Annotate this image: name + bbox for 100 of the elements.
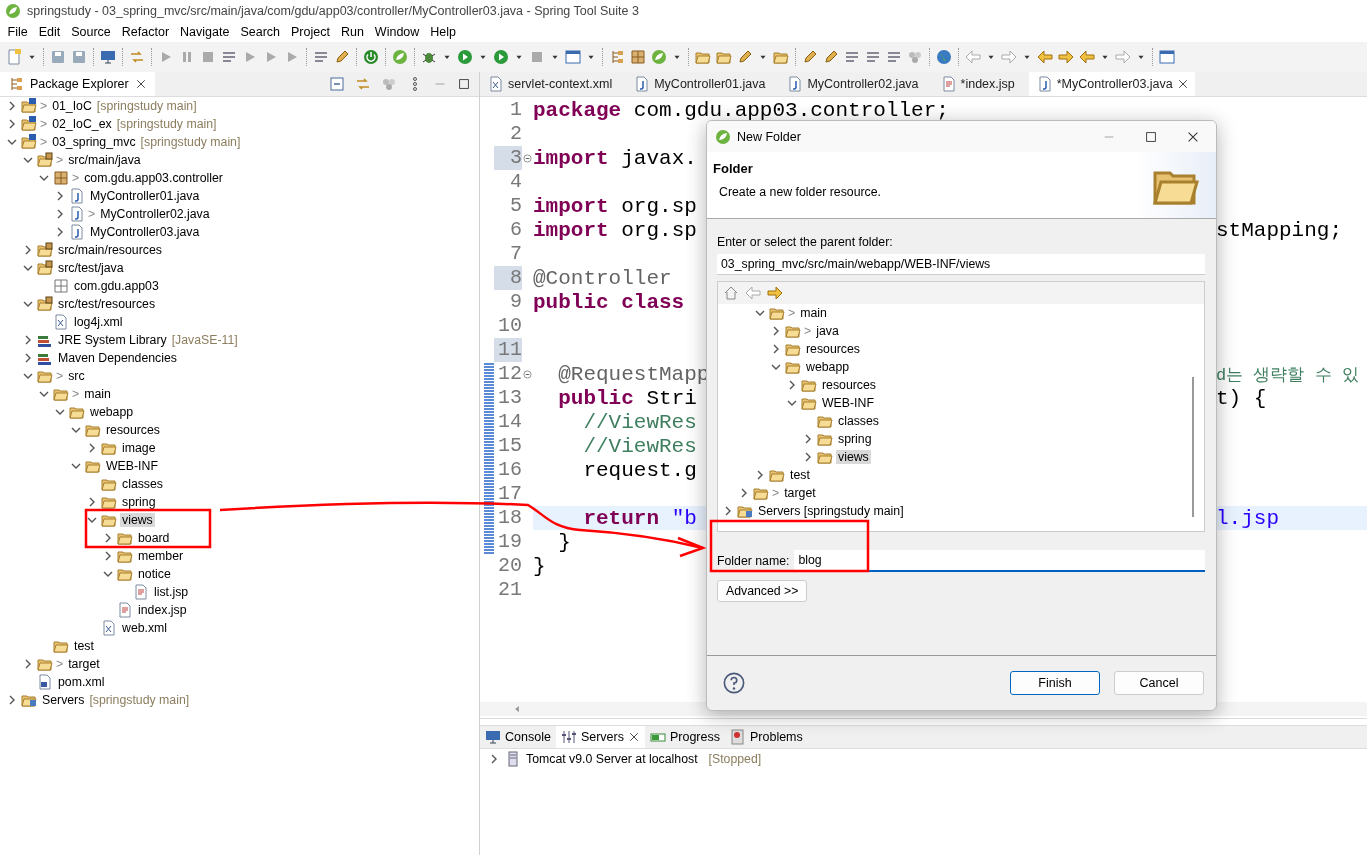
panel-tab[interactable]: Console — [480, 726, 556, 748]
tree-item[interactable]: com.gdu.app03.controller — [82, 171, 225, 185]
tree-item[interactable]: java — [814, 324, 841, 338]
tree-item[interactable]: member — [136, 549, 186, 563]
tree-item[interactable]: MyController02.java — [98, 207, 212, 221]
tree-item[interactable]: main — [82, 387, 113, 401]
tree-item[interactable]: src — [66, 369, 87, 383]
menu-item[interactable]: Help — [424, 25, 462, 39]
editor-tab[interactable]: *index.jsp — [932, 72, 1029, 96]
scrollbar-thumb[interactable] — [1192, 377, 1194, 517]
panel-tab[interactable]: Progress — [644, 726, 725, 748]
link-arrows-icon[interactable] — [129, 49, 145, 65]
tree-item[interactable]: test — [788, 468, 812, 482]
arrow-right-icon[interactable] — [767, 285, 783, 301]
tree-item[interactable]: resources — [804, 342, 862, 356]
tree-item[interactable]: target — [782, 486, 818, 500]
menu-item[interactable]: Run — [335, 25, 370, 39]
menu-item[interactable]: Refactor — [116, 25, 175, 39]
tree-item[interactable]: webapp — [804, 360, 852, 374]
tree-item[interactable]: MyController03.java — [88, 225, 202, 239]
close-icon[interactable] — [134, 78, 147, 90]
fold-icon[interactable] — [523, 369, 532, 379]
tree-item[interactable]: com.gdu.app03 — [72, 279, 161, 293]
lines-icon[interactable] — [865, 49, 881, 65]
tree-item[interactable]: Maven Dependencies — [56, 351, 179, 365]
menu-item[interactable]: Project — [285, 25, 336, 39]
tree-item[interactable]: resources — [104, 423, 162, 437]
lines-icon[interactable] — [886, 49, 902, 65]
menu-item[interactable]: Source — [65, 25, 117, 39]
arrow-left-icon[interactable] — [1037, 49, 1053, 65]
run-icon[interactable] — [457, 49, 473, 65]
editor-tab[interactable]: *MyController03.java — [1028, 72, 1195, 96]
leaf-logo-icon[interactable] — [651, 49, 667, 65]
tree-item[interactable]: src/test/resources — [56, 297, 158, 311]
dialog-button[interactable]: Cancel — [1114, 671, 1204, 695]
tree-item[interactable]: classes — [120, 477, 165, 491]
tree-item[interactable]: MyController01.java — [88, 189, 202, 203]
menu-item[interactable]: File — [2, 25, 34, 39]
tree-item[interactable]: classes — [836, 414, 881, 428]
lines-icon[interactable] — [313, 49, 329, 65]
close-icon[interactable] — [627, 731, 640, 743]
lines-icon[interactable] — [221, 49, 237, 65]
folder-icon[interactable] — [695, 49, 711, 65]
tree-item[interactable]: log4j.xml — [72, 315, 125, 329]
tree-item[interactable]: list.jsp — [152, 585, 191, 599]
tree-item[interactable]: notice — [136, 567, 173, 581]
tree-item[interactable]: JRE System Library — [56, 333, 169, 347]
advanced-button[interactable]: Advanced >> — [717, 580, 808, 602]
help-icon[interactable] — [723, 672, 745, 694]
tree-item[interactable]: WEB-INF — [820, 396, 876, 410]
home-icon[interactable] — [723, 285, 739, 301]
tree-item[interactable]: pom.xml — [56, 675, 107, 689]
tree-item[interactable]: 01_IoC — [50, 99, 94, 113]
arrow-left-icon[interactable] — [1079, 49, 1095, 65]
tree-item[interactable]: src/main/resources — [56, 243, 164, 257]
tree-item[interactable]: spring — [120, 495, 158, 509]
link-arrows-icon[interactable] — [355, 76, 371, 92]
tree-item[interactable]: src/test/java — [56, 261, 126, 275]
power-icon[interactable] — [363, 49, 379, 65]
tree-item[interactable]: resources — [820, 378, 878, 392]
editor-tab[interactable]: servlet-context.xml — [480, 72, 627, 96]
lines-icon[interactable] — [844, 49, 860, 65]
tree-item[interactable]: test — [72, 639, 96, 653]
tree-item[interactable]: WEB-INF — [104, 459, 160, 473]
pencil-icon[interactable] — [823, 49, 839, 65]
dialog-button[interactable]: Finish — [1010, 671, 1100, 695]
leaf-logo-icon[interactable] — [392, 49, 408, 65]
folder-name-field[interactable]: blog — [794, 550, 1205, 572]
tree-item[interactable]: Servers — [40, 693, 87, 707]
maximize-icon[interactable] — [457, 77, 471, 91]
tree-item[interactable]: index.jsp — [136, 603, 189, 617]
arrow-right-icon[interactable] — [1058, 49, 1074, 65]
folder-icon[interactable] — [716, 49, 732, 65]
tree-item[interactable]: target — [66, 657, 102, 671]
close-icon[interactable] — [1176, 78, 1189, 90]
parent-folder-field[interactable]: 03_spring_mvc/src/main/webapp/WEB-INF/views — [717, 254, 1205, 275]
tree-item[interactable]: views — [836, 450, 871, 464]
tree-item[interactable]: src/main/java — [66, 153, 143, 167]
hierarchy-icon[interactable] — [609, 49, 625, 65]
globe-icon[interactable] — [936, 49, 952, 65]
panel-tab[interactable]: Servers — [555, 726, 645, 748]
menu-item[interactable]: Window — [369, 25, 425, 39]
tree-item[interactable]: web.xml — [120, 621, 170, 635]
maximize-icon[interactable] — [1144, 129, 1158, 144]
fold-icon[interactable] — [523, 153, 532, 163]
tree-item[interactable]: board — [136, 531, 172, 545]
panel-tab[interactable]: Problems — [725, 726, 808, 748]
tree-item[interactable]: main — [798, 306, 829, 320]
pencil-icon[interactable] — [334, 49, 350, 65]
collapse-all-icon[interactable] — [329, 76, 345, 92]
server-item[interactable]: Tomcat v9.0 Server at localhost — [526, 752, 698, 766]
tree-item[interactable]: webapp — [88, 405, 136, 419]
tree-item[interactable]: 03_spring_mvc — [50, 135, 138, 149]
run-icon[interactable] — [493, 49, 509, 65]
pencil-icon[interactable] — [737, 49, 753, 65]
menu-item[interactable]: Edit — [33, 25, 66, 39]
tree-item[interactable]: image — [120, 441, 158, 455]
package-icon[interactable] — [630, 49, 646, 65]
tree-item[interactable]: views — [120, 513, 155, 527]
tree-item[interactable]: spring — [836, 432, 874, 446]
